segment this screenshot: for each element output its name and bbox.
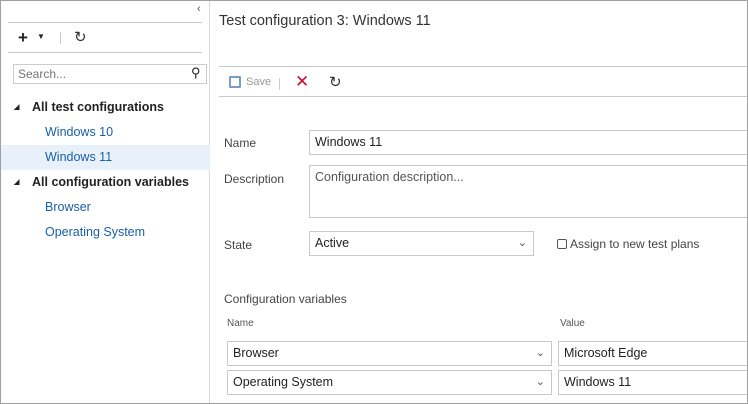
refresh-icon[interactable]: ↻ — [74, 28, 87, 46]
variable-value-field[interactable]: Microsoft Edge — [558, 341, 747, 366]
name-label: Name — [224, 136, 257, 150]
variable-name-dropdown[interactable]: Operating System ⌄ — [227, 370, 552, 395]
divider — [60, 32, 61, 44]
column-header-name: Name — [227, 318, 254, 329]
state-dropdown[interactable]: Active ⌄ — [309, 231, 534, 256]
divider — [219, 66, 747, 67]
description-field[interactable]: Configuration description... — [309, 165, 747, 218]
column-header-value: Value — [560, 318, 585, 329]
chevron-down-icon: ⌄ — [535, 376, 545, 388]
left-panel: ‹ + ▼ ↻ ⚲ ◢ All test configurations Windo… — [1, 1, 210, 403]
checkbox-icon[interactable] — [557, 239, 567, 249]
page-title: Test configuration 3: Windows 11 — [219, 13, 431, 29]
expand-icon[interactable]: ◢ — [14, 170, 19, 195]
divider — [8, 22, 202, 23]
description-label: Description — [224, 172, 285, 186]
add-icon[interactable]: + — [18, 28, 28, 48]
tree-group-label: All configuration variables — [32, 175, 189, 189]
divider — [8, 52, 202, 53]
expand-icon[interactable]: ◢ — [14, 95, 19, 120]
assign-checkbox[interactable]: Assign to new test plans — [557, 237, 699, 251]
config-tree: ◢ All test configurations Windows 10 Wind… — [1, 95, 210, 245]
tree-item-browser[interactable]: Browser — [1, 195, 210, 220]
tree-item-operating-system[interactable]: Operating System — [1, 220, 210, 245]
tree-item-windows-11[interactable]: Windows 11 — [1, 145, 210, 170]
save-icon — [229, 76, 241, 88]
search-icon[interactable]: ⚲ — [191, 65, 201, 81]
delete-icon[interactable]: ✕ — [295, 72, 309, 92]
chevron-down-icon: ⌄ — [517, 237, 527, 249]
tree-group-configuration-variables[interactable]: ◢ All configuration variables — [1, 170, 210, 195]
save-label: Save — [246, 76, 272, 88]
window: ‹ + ▼ ↻ ⚲ ◢ All test configurations Windo… — [0, 0, 748, 404]
chevron-down-icon: ⌄ — [535, 347, 545, 359]
detail-panel: Test configuration 3: Windows 11 Save ✕ … — [211, 1, 747, 403]
tree-group-test-configurations[interactable]: ◢ All test configurations — [1, 95, 210, 120]
tree-item-windows-10[interactable]: Windows 10 — [1, 120, 210, 145]
save-button[interactable]: Save — [229, 76, 271, 88]
variable-name: Operating System — [233, 375, 334, 389]
state-value: Active — [315, 236, 350, 250]
divider — [219, 96, 747, 97]
variable-name: Browser — [233, 346, 279, 360]
refresh-icon[interactable]: ↻ — [329, 73, 342, 91]
variable-name-dropdown[interactable]: Browser ⌄ — [227, 341, 552, 366]
collapse-panel-icon[interactable]: ‹ — [197, 3, 201, 15]
variables-heading: Configuration variables — [224, 292, 347, 306]
name-field[interactable]: Windows 11 — [309, 130, 747, 155]
variable-value-field[interactable]: Windows 11 — [558, 370, 747, 395]
chevron-down-icon[interactable]: ▼ — [37, 32, 45, 41]
assign-label: Assign to new test plans — [570, 237, 700, 251]
search-input[interactable] — [13, 64, 207, 84]
state-label: State — [224, 238, 253, 252]
divider — [279, 78, 280, 90]
tree-group-label: All test configurations — [32, 100, 164, 114]
